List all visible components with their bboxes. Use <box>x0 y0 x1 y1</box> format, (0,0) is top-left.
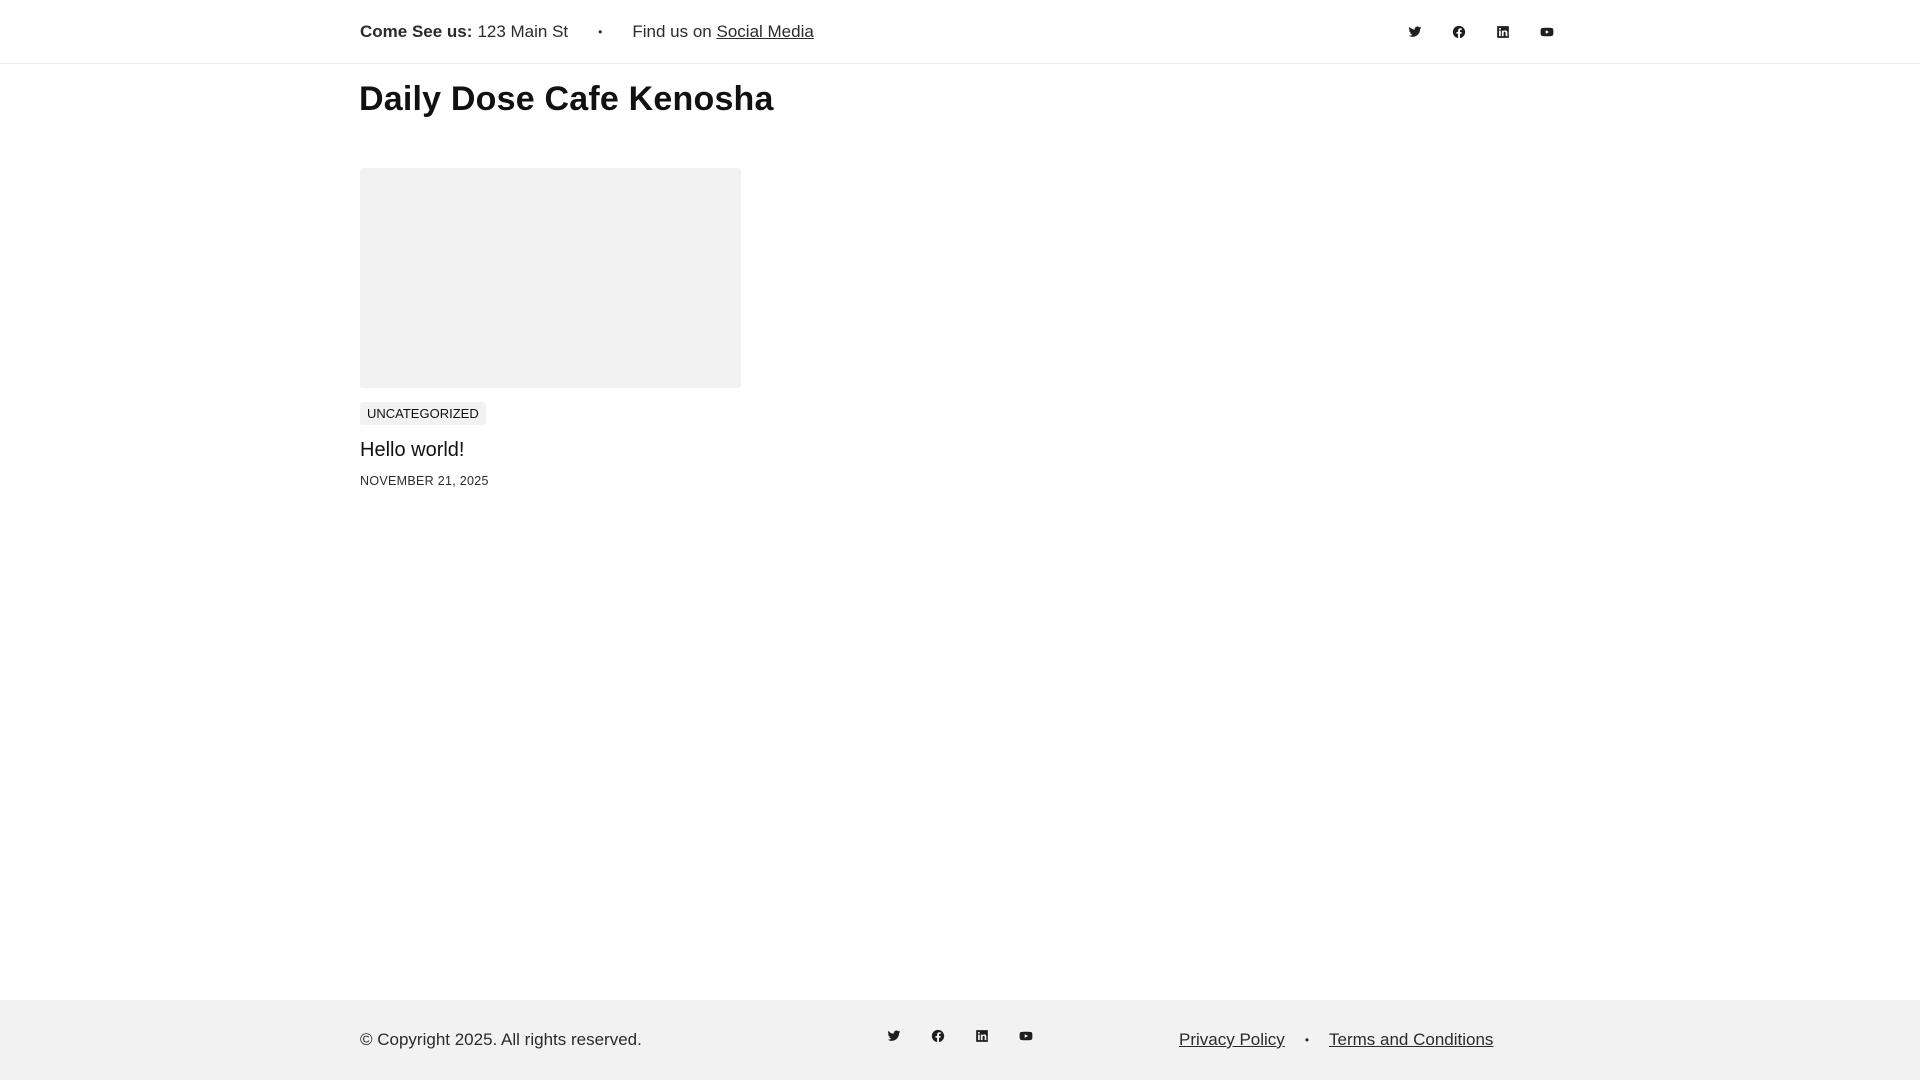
twitter-icon[interactable] <box>886 1028 902 1044</box>
facebook-icon[interactable] <box>1451 24 1467 40</box>
bullet-separator: • <box>598 25 603 39</box>
post-category-badge[interactable]: UNCATEGORIZED <box>360 402 486 425</box>
visit-label: Come See us: <box>360 22 473 41</box>
linkedin-icon[interactable] <box>974 1028 990 1044</box>
linkedin-icon[interactable] <box>1495 24 1511 40</box>
privacy-policy-link[interactable]: Privacy Policy <box>1179 1030 1285 1050</box>
top-bar: Come See us: 123 Main St • Find us on So… <box>0 0 1920 64</box>
post-date: NOVEMBER 21, 2025 <box>360 474 489 488</box>
facebook-icon[interactable] <box>930 1028 946 1044</box>
social-media-link[interactable]: Social Media <box>717 22 814 42</box>
address-text: 123 Main St <box>477 22 569 41</box>
find-us-text: Find us on <box>632 22 712 41</box>
twitter-icon[interactable] <box>1407 24 1423 40</box>
post-thumbnail[interactable] <box>360 168 741 388</box>
post-title: Hello world! <box>360 439 741 462</box>
top-bar-info: Come See us: 123 Main St • Find us on So… <box>360 22 814 42</box>
youtube-icon[interactable] <box>1018 1028 1034 1044</box>
site-footer: © Copyright 2025. All rights reserved. P… <box>0 1000 1920 1080</box>
post-title-link[interactable]: Hello world! <box>360 439 464 461</box>
top-bar-inner: Come See us: 123 Main St • Find us on So… <box>360 0 1560 64</box>
copyright-text: © Copyright 2025. All rights reserved. <box>360 1030 642 1049</box>
post-card: UNCATEGORIZED Hello world! NOVEMBER 21, … <box>360 168 741 488</box>
bullet-separator: • <box>1304 1033 1310 1047</box>
header-social-icons <box>1407 24 1555 40</box>
youtube-icon[interactable] <box>1539 24 1555 40</box>
footer-links: Privacy Policy • Terms and Conditions <box>1179 1030 1493 1050</box>
site-title[interactable]: Daily Dose Cafe Kenosha <box>359 80 774 119</box>
footer-social-icons <box>886 1028 1034 1044</box>
terms-link[interactable]: Terms and Conditions <box>1329 1030 1493 1050</box>
